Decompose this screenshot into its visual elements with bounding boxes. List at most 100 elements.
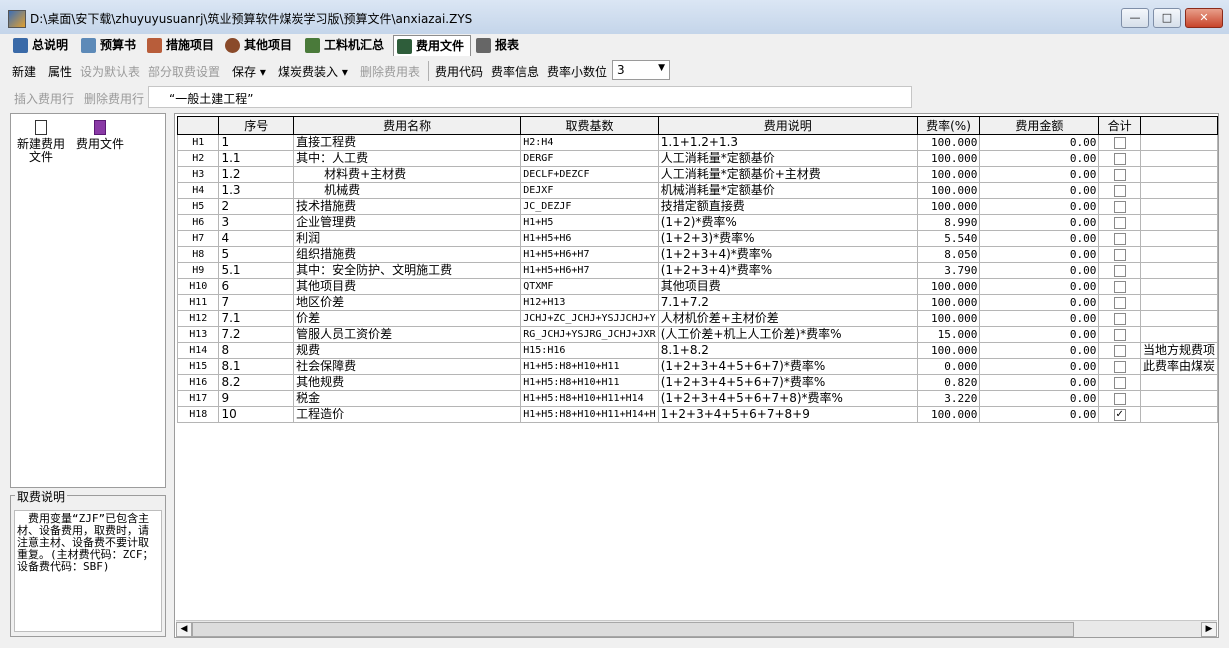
row-extra-cell[interactable] bbox=[1139, 294, 1218, 311]
rate-info-button[interactable]: 费率信息 bbox=[491, 63, 539, 80]
row-id-cell[interactable]: H1 bbox=[176, 134, 220, 151]
row-id-cell[interactable]: H14 bbox=[176, 342, 220, 359]
table-row[interactable]: H9 5.1 其中：安全防护、文明施工费 H1+H5+H6+H7 (1+2+3+4)*费… bbox=[176, 262, 1218, 279]
row-extra-cell[interactable] bbox=[1139, 262, 1218, 279]
row-extra-cell[interactable] bbox=[1139, 134, 1218, 151]
row-desc-cell[interactable]: 其他项目费 bbox=[657, 278, 918, 295]
project-name-field[interactable]: “一般土建工程” bbox=[148, 86, 912, 108]
save-button[interactable]: 保存 ▾ bbox=[232, 63, 266, 80]
row-amount-cell[interactable]: 0.00 bbox=[979, 214, 1100, 231]
row-desc-cell[interactable]: (1+2)*费率% bbox=[657, 214, 918, 231]
row-extra-cell[interactable] bbox=[1139, 390, 1218, 407]
row-rate-cell[interactable]: 100.000 bbox=[916, 134, 981, 151]
row-no-cell[interactable]: 8.2 bbox=[218, 374, 295, 391]
row-desc-cell[interactable]: 人工消耗量*定额基价+主材费 bbox=[657, 166, 918, 183]
row-name-cell[interactable]: 其他规费 bbox=[293, 374, 522, 391]
total-checkbox[interactable] bbox=[1113, 248, 1126, 261]
row-desc-cell[interactable]: (1+2+3+4+5+6+7+8)*费率% bbox=[657, 390, 918, 407]
row-base-cell[interactable]: H15:H16 bbox=[520, 342, 659, 359]
row-name-cell[interactable]: 其他项目费 bbox=[293, 278, 522, 295]
total-checkbox[interactable] bbox=[1113, 328, 1126, 341]
col-header-amount[interactable]: 费用金额 bbox=[979, 116, 1100, 135]
row-base-cell[interactable]: H12+H13 bbox=[520, 294, 659, 311]
total-checkbox[interactable] bbox=[1113, 296, 1126, 309]
table-row[interactable]: H16 8.2 其他规费 H1+H5:H8+H10+H11 (1+2+3+4+5+6+7… bbox=[176, 374, 1218, 391]
row-no-cell[interactable]: 5 bbox=[218, 246, 295, 263]
table-row[interactable]: H10 6 其他项目费 QTXMF 其他项目费 100.000 0.00 bbox=[176, 278, 1218, 295]
horizontal-scrollbar[interactable]: ◀ ▶ bbox=[176, 620, 1217, 637]
col-header-name[interactable]: 费用名称 bbox=[293, 116, 522, 135]
row-desc-cell[interactable]: 人材机价差+主材价差 bbox=[657, 310, 918, 327]
row-rate-cell[interactable]: 100.000 bbox=[916, 182, 981, 199]
col-header-total[interactable]: 合计 bbox=[1098, 116, 1141, 135]
tab-other-items[interactable]: 其他项目 bbox=[222, 35, 300, 56]
row-amount-cell[interactable]: 0.00 bbox=[979, 230, 1100, 247]
row-id-cell[interactable]: H2 bbox=[176, 150, 220, 167]
row-no-cell[interactable]: 4 bbox=[218, 230, 295, 247]
row-base-cell[interactable]: DERGF bbox=[520, 150, 659, 167]
insert-row-button[interactable]: 插入费用行 bbox=[14, 90, 74, 107]
row-no-cell[interactable]: 1.3 bbox=[218, 182, 295, 199]
row-name-cell[interactable]: 利润 bbox=[293, 230, 522, 247]
row-rate-cell[interactable]: 100.000 bbox=[916, 406, 981, 423]
row-desc-cell[interactable]: 1.1+1.2+1.3 bbox=[657, 134, 918, 151]
row-name-cell[interactable]: 税金 bbox=[293, 390, 522, 407]
row-no-cell[interactable]: 6 bbox=[218, 278, 295, 295]
table-row[interactable]: H3 1.2 材料费+主材费 DECLF+DEZCF 人工消耗量*定额基价+主材费 100… bbox=[176, 166, 1218, 183]
delete-row-button[interactable]: 删除费用行 bbox=[84, 90, 144, 107]
row-name-cell[interactable]: 地区价差 bbox=[293, 294, 522, 311]
row-amount-cell[interactable]: 0.00 bbox=[979, 390, 1100, 407]
row-name-cell[interactable]: 价差 bbox=[293, 310, 522, 327]
row-rate-cell[interactable]: 100.000 bbox=[916, 166, 981, 183]
table-row[interactable]: H13 7.2 管服人员工资价差 RG_JCHJ+YSJRG_JCHJ+JXR (人工价… bbox=[176, 326, 1218, 343]
table-row[interactable]: H4 1.3 机械费 DEJXF 机械消耗量*定额基价 100.000 0.00 bbox=[176, 182, 1218, 199]
total-checkbox[interactable] bbox=[1113, 232, 1126, 245]
row-name-cell[interactable]: 企业管理费 bbox=[293, 214, 522, 231]
row-extra-cell[interactable] bbox=[1139, 230, 1218, 247]
row-no-cell[interactable]: 7.2 bbox=[218, 326, 295, 343]
row-name-cell[interactable]: 工程造价 bbox=[293, 406, 522, 423]
row-desc-cell[interactable]: 机械消耗量*定额基价 bbox=[657, 182, 918, 199]
row-extra-cell[interactable]: 此费率由煤炭 bbox=[1139, 358, 1218, 375]
row-desc-cell[interactable]: (1+2+3+4+5+6+7)*费率% bbox=[657, 358, 918, 375]
row-id-cell[interactable]: H10 bbox=[176, 278, 220, 295]
total-checkbox[interactable] bbox=[1113, 360, 1126, 373]
row-extra-cell[interactable] bbox=[1139, 406, 1218, 423]
fee-file-item[interactable]: 费用文件 bbox=[73, 120, 127, 151]
table-row[interactable]: H6 3 企业管理费 H1+H5 (1+2)*费率% 8.990 0.00 bbox=[176, 214, 1218, 231]
row-desc-cell[interactable]: (1+2+3+4)*费率% bbox=[657, 246, 918, 263]
row-amount-cell[interactable]: 0.00 bbox=[979, 198, 1100, 215]
row-extra-cell[interactable] bbox=[1139, 246, 1218, 263]
row-rate-cell[interactable]: 100.000 bbox=[916, 198, 981, 215]
row-no-cell[interactable]: 5.1 bbox=[218, 262, 295, 279]
row-rate-cell[interactable]: 100.000 bbox=[916, 310, 981, 327]
total-checkbox[interactable] bbox=[1113, 152, 1126, 165]
col-header-extra[interactable] bbox=[1139, 116, 1218, 135]
row-desc-cell[interactable]: 人工消耗量*定额基价 bbox=[657, 150, 918, 167]
table-row[interactable]: H15 8.1 社会保障费 H1+H5:H8+H10+H11 (1+2+3+4+5+6+… bbox=[176, 358, 1218, 375]
row-base-cell[interactable]: JC_DEZJF bbox=[520, 198, 659, 215]
row-id-cell[interactable]: H15 bbox=[176, 358, 220, 375]
row-rate-cell[interactable]: 100.000 bbox=[916, 342, 981, 359]
total-checkbox[interactable] bbox=[1113, 168, 1126, 181]
row-desc-cell[interactable]: (人工价差+机上人工价差)*费率% bbox=[657, 326, 918, 343]
tab-report[interactable]: 报表 bbox=[473, 35, 525, 56]
row-name-cell[interactable]: 直接工程费 bbox=[293, 134, 522, 151]
decimal-places-select[interactable]: 3 ▼ bbox=[612, 60, 670, 80]
row-name-cell[interactable]: 材料费+主材费 bbox=[293, 166, 522, 183]
row-id-cell[interactable]: H9 bbox=[176, 262, 220, 279]
row-amount-cell[interactable]: 0.00 bbox=[979, 342, 1100, 359]
row-id-cell[interactable]: H16 bbox=[176, 374, 220, 391]
delete-table-button[interactable]: 删除费用表 bbox=[360, 63, 420, 80]
total-checkbox[interactable] bbox=[1113, 312, 1126, 325]
table-row[interactable]: H5 2 技术措施费 JC_DEZJF 技措定额直接费 100.000 0.00 bbox=[176, 198, 1218, 215]
col-header-desc[interactable]: 费用说明 bbox=[657, 116, 918, 135]
row-id-cell[interactable]: H12 bbox=[176, 310, 220, 327]
row-id-cell[interactable]: H6 bbox=[176, 214, 220, 231]
row-name-cell[interactable]: 组织措施费 bbox=[293, 246, 522, 263]
row-name-cell[interactable]: 技术措施费 bbox=[293, 198, 522, 215]
row-extra-cell[interactable] bbox=[1139, 326, 1218, 343]
tab-overview[interactable]: 总说明 bbox=[10, 35, 76, 56]
row-extra-cell[interactable] bbox=[1139, 214, 1218, 231]
row-amount-cell[interactable]: 0.00 bbox=[979, 166, 1100, 183]
